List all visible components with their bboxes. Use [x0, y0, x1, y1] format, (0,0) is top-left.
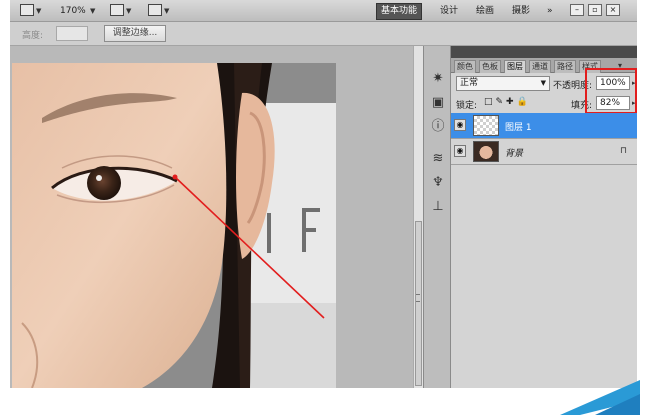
scrollbar-grip — [416, 294, 420, 302]
screen-mode-icon[interactable] — [148, 4, 162, 16]
chevron-down-icon: ▼ — [540, 79, 546, 87]
layer-name[interactable]: 背景 — [505, 146, 523, 159]
lock-options-icons[interactable]: □✎✚🔒 — [484, 97, 531, 107]
visibility-eye-icon[interactable]: ◉ — [454, 119, 466, 131]
close-icon[interactable]: × — [606, 4, 620, 16]
blend-mode-value: 正常 — [460, 78, 479, 88]
zoom-dropdown-caret[interactable]: ▼ — [90, 4, 95, 18]
decorative-stripe — [560, 380, 640, 415]
layer-thumbnail-transparent — [473, 115, 499, 136]
layers-panel: 颜色 色板 图层 通道 路径 样式 ▾ 正常 ▼ 不透明度: 100% ▸ 锁定… — [451, 46, 637, 388]
application-bar: ▼ 170% ▼ ▼ ▼ 基本功能 设计 绘画 摄影 » – ▫ × — [10, 0, 637, 22]
tool-presets-icon[interactable]: ♆ — [429, 174, 447, 190]
image-icon[interactable]: ▣ — [429, 94, 447, 110]
height-input[interactable] — [56, 26, 88, 41]
info-icon[interactable]: ⓘ — [429, 116, 447, 134]
options-bar: 高度: 调整边缘... — [10, 22, 637, 46]
minimize-icon[interactable]: – — [570, 4, 584, 16]
visibility-eye-icon[interactable]: ◉ — [454, 145, 466, 157]
layer-thumbnail-photo — [473, 141, 499, 162]
tab-swatches[interactable]: 色板 — [479, 60, 501, 73]
arrange-documents-icon[interactable] — [110, 4, 124, 16]
clone-source-icon[interactable]: ⊥ — [429, 198, 447, 214]
workspace-painting[interactable]: 绘画 — [476, 4, 494, 18]
sun-icon[interactable]: ✷ — [429, 70, 447, 86]
workspace-photography[interactable]: 摄影 — [512, 4, 530, 18]
canvas-vertical-scrollbar[interactable] — [413, 46, 423, 388]
tab-paths[interactable]: 路径 — [554, 60, 576, 73]
refine-edge-button[interactable]: 调整边缘... — [104, 25, 166, 42]
scrollbar-thumb[interactable] — [415, 221, 422, 386]
layer-row-background[interactable]: ◉ 背景 ⊓ — [451, 139, 637, 165]
lock-label: 锁定: — [456, 101, 478, 111]
panel-header[interactable] — [451, 46, 637, 58]
tab-color[interactable]: 颜色 — [454, 60, 476, 73]
height-label: 高度: — [22, 31, 44, 41]
workspace-essentials-button[interactable]: 基本功能 — [376, 3, 423, 20]
document-canvas[interactable] — [12, 63, 336, 388]
restore-icon[interactable]: ▫ — [588, 4, 602, 16]
layer-row-1[interactable]: ◉ 图层 1 — [451, 113, 637, 139]
annotation-arrow-head — [172, 174, 178, 180]
layer-name[interactable]: 图层 1 — [505, 120, 532, 133]
bottom-margin — [10, 388, 637, 415]
more-workspaces-button[interactable]: » — [547, 4, 553, 18]
view-dropdown-caret[interactable]: ▼ — [36, 4, 41, 18]
blend-mode-select[interactable]: 正常 ▼ — [456, 76, 550, 91]
tab-channels[interactable]: 通道 — [529, 60, 551, 73]
portrait-photo — [12, 63, 336, 388]
document-view-icon[interactable] — [20, 4, 34, 16]
lock-icon: ⊓ — [619, 146, 627, 156]
highlight-box — [585, 68, 637, 114]
panel-dock-strip: ✷ ▣ ⓘ ≋ ♆ ⊥ — [423, 46, 451, 388]
brush-presets-icon[interactable]: ≋ — [429, 150, 447, 166]
workspace-design[interactable]: 设计 — [440, 4, 458, 18]
zoom-level[interactable]: 170% — [60, 4, 86, 18]
arrange-dropdown-caret[interactable]: ▼ — [126, 4, 131, 18]
screen-mode-caret[interactable]: ▼ — [164, 4, 169, 18]
tab-layers[interactable]: 图层 — [504, 60, 526, 73]
